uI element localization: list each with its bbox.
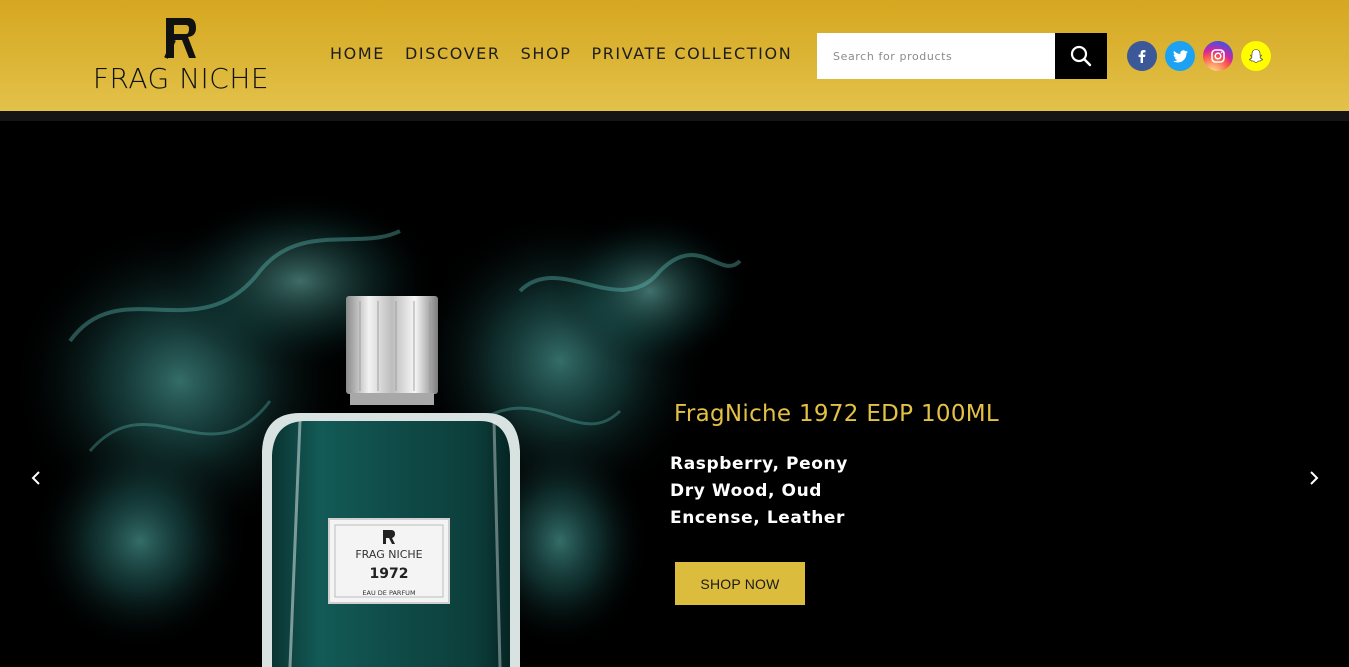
nav-private-collection[interactable]: PRIVATE COLLECTION (591, 44, 792, 68)
fragrance-notes: Raspberry, Peony Dry Wood, Oud Encense, … (670, 451, 848, 532)
nav-home[interactable]: HOME (330, 44, 385, 68)
search-bar (817, 33, 1107, 79)
note-line: Dry Wood, Oud (670, 481, 823, 501)
hero-slider: FRAG NICHE 1972 EAU DE PARFUM FragNiche … (0, 121, 1349, 667)
snapchat-link[interactable] (1241, 41, 1271, 71)
nav-shop[interactable]: SHOP (521, 44, 572, 68)
search-button[interactable] (1055, 33, 1107, 79)
facebook-link[interactable] (1127, 41, 1157, 71)
bottle-label-brand: FRAG NICHE (355, 548, 422, 561)
bottle-label-name: 1972 (370, 566, 409, 582)
search-input[interactable] (817, 33, 1055, 79)
slider-next-button[interactable] (1292, 438, 1336, 518)
site-header: FRAG NICHE HOME DISCOVER SHOP PRIVATE CO… (0, 0, 1349, 111)
social-links (1127, 41, 1271, 71)
search-icon (1070, 45, 1092, 67)
brand-name: FRAG NICHE (92, 62, 270, 95)
chevron-left-icon (31, 471, 40, 485)
chevron-right-icon (1310, 471, 1319, 485)
main-nav: HOME DISCOVER SHOP PRIVATE COLLECTION (330, 44, 792, 68)
shop-now-button[interactable]: SHOP NOW (675, 562, 805, 605)
instagram-link[interactable] (1203, 41, 1233, 71)
note-line: Encense, Leather (670, 508, 846, 528)
twitter-link[interactable] (1165, 41, 1195, 71)
instagram-icon (1211, 49, 1225, 63)
brand-logo[interactable]: FRAG NICHE (86, 16, 276, 96)
slide-title: FragNiche 1972 EDP 100ML (674, 401, 1000, 427)
snapchat-icon (1249, 49, 1263, 63)
twitter-icon (1172, 49, 1188, 62)
nav-discover[interactable]: DISCOVER (405, 44, 501, 68)
slider-prev-button[interactable] (14, 438, 58, 518)
bottle-label-type: EAU DE PARFUM (362, 589, 415, 597)
header-divider (0, 111, 1349, 121)
note-line: Raspberry, Peony (670, 454, 848, 474)
facebook-icon (1138, 50, 1146, 63)
logo-mark-icon (164, 18, 196, 59)
